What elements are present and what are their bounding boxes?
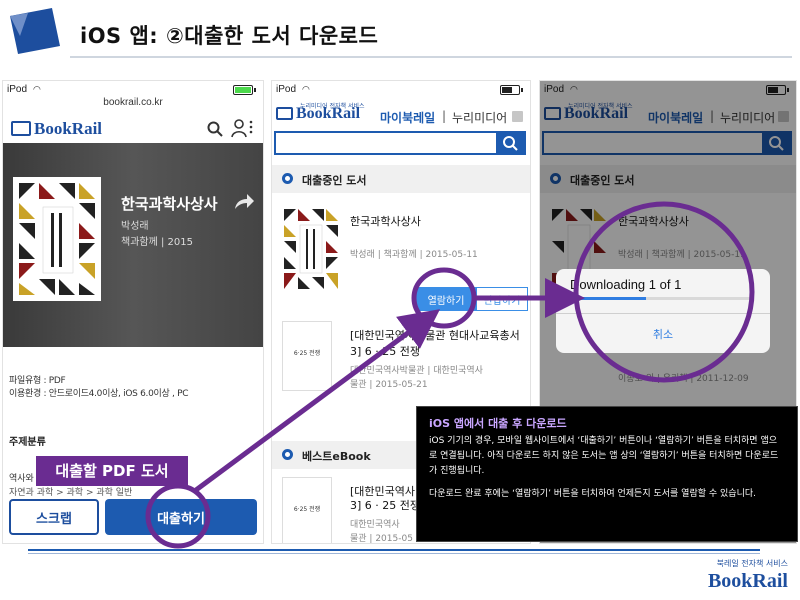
book-meta-line-2: 물관 | 2015-05 bbox=[350, 534, 413, 544]
return-book-button[interactable]: 반납하기 bbox=[476, 287, 528, 311]
book-cover-pattern-icon bbox=[280, 205, 342, 293]
cancel-download-button[interactable]: 취소 bbox=[556, 321, 770, 347]
brand-rail: Rail bbox=[71, 119, 103, 138]
hero-book-publisher: 책과함께 | 2015 bbox=[121, 237, 193, 248]
slide-title: iOS 앱: ②대출한 도서 다운로드 bbox=[80, 24, 379, 48]
category-path[interactable]: 자연과 과학 > 과학 > 과학 일반 bbox=[9, 485, 132, 498]
file-type: 파일유형 : PDF bbox=[9, 376, 66, 386]
search-input[interactable] bbox=[274, 131, 498, 155]
user-menu-icon[interactable] bbox=[231, 118, 255, 138]
section-best-heading: 베스트eBook bbox=[302, 450, 371, 463]
footer-logo: 북레일 전자책 서비스 BookRail bbox=[708, 558, 788, 593]
environment-info: 이용환경 : 안드로이드4.0이상, iOS 6.0이상 , PC bbox=[9, 389, 189, 399]
book-title-line-2[interactable]: 3] 6 · 25 전쟁 bbox=[350, 497, 420, 513]
url-bar[interactable]: bookrail.co.kr bbox=[3, 97, 263, 108]
book-cover[interactable] bbox=[280, 205, 342, 293]
status-bar: iPod ◠ bbox=[272, 81, 530, 99]
category-label: 역사와 bbox=[9, 474, 34, 484]
search-button[interactable] bbox=[496, 131, 526, 155]
nav-nurimedia[interactable]: 누리미디어 bbox=[452, 109, 507, 126]
book-meta-line-2: 물관 | 2015-05-21 bbox=[350, 380, 428, 390]
carrier-label: iPod bbox=[276, 84, 297, 95]
search-icon bbox=[503, 136, 518, 151]
footer-brand-name: BookRail bbox=[707, 570, 788, 592]
section-bullet-icon bbox=[282, 173, 293, 184]
section-bullet-icon bbox=[282, 449, 293, 460]
callout-title: iOS 앱에서 대출 후 다운로드 bbox=[429, 417, 567, 430]
book-logo-icon bbox=[11, 121, 31, 136]
share-icon[interactable] bbox=[233, 193, 255, 211]
book-thumbnail[interactable]: 6·25 전쟁 bbox=[282, 321, 332, 391]
book-title[interactable]: 한국과학사상사 bbox=[350, 213, 421, 229]
book-title-line-2[interactable]: 3] 6 · 25 전쟁 bbox=[350, 343, 420, 359]
book-title-line-1[interactable]: [대한민국역사박물관 현대사교육총서 bbox=[350, 327, 520, 343]
pdf-book-annotation: 대출할 PDF 도서 bbox=[36, 456, 188, 486]
book-cover[interactable] bbox=[13, 177, 101, 301]
brand-rail: Rail bbox=[331, 105, 361, 122]
download-progress-bar bbox=[570, 297, 750, 300]
search-icon[interactable] bbox=[207, 121, 223, 137]
book-cover-pattern-icon bbox=[13, 177, 101, 301]
dialog-divider bbox=[556, 313, 770, 314]
nav-my-bookrail[interactable]: 마이북레일 bbox=[380, 109, 435, 126]
book-logo-icon bbox=[276, 107, 293, 120]
brand-book: Book bbox=[34, 119, 72, 138]
callout-body-2: 다운로드 완료 후에는 ‘열람하기’ 버튼을 터치하여 언제든지 도서를 열람할… bbox=[429, 489, 756, 499]
scrap-button[interactable]: 스크랩 bbox=[9, 499, 99, 535]
hero-book-author: 박성래 bbox=[121, 221, 149, 232]
book-meta-line-1: 대한민국역사 bbox=[350, 520, 400, 530]
wifi-icon: ◠ bbox=[302, 84, 310, 94]
footer-divider-thin bbox=[28, 553, 760, 554]
battery-icon bbox=[500, 85, 523, 95]
footer-subtitle: 북레일 전자책 서비스 bbox=[716, 559, 788, 568]
open-book-button[interactable]: 열람하기 bbox=[416, 287, 476, 311]
bookrail-logo[interactable]: BookRail bbox=[11, 119, 102, 139]
nav-separator: | bbox=[442, 109, 447, 123]
book-meta-line-1: 대한민국역사박물관 | 대한민국역사 bbox=[350, 366, 483, 376]
hero-book-title: 한국과학사상사 bbox=[121, 195, 218, 213]
download-progress-fill bbox=[570, 297, 646, 300]
callout-body-1: iOS 기기의 경우, 모바일 웹사이트에서 ‘대출하기’ 버튼이나 ‘열람하기… bbox=[429, 436, 779, 476]
exit-icon[interactable] bbox=[512, 111, 523, 122]
explanation-callout: iOS 앱에서 대출 후 다운로드 iOS 기기의 경우, 모바일 웹사이트에서… bbox=[416, 406, 798, 542]
title-divider bbox=[70, 56, 792, 58]
thumbnail-label: 6·25 전쟁 bbox=[293, 506, 321, 513]
footer-divider bbox=[28, 549, 760, 551]
brand-book: Book bbox=[296, 105, 332, 122]
borrow-button[interactable]: 대출하기 bbox=[105, 499, 257, 535]
thumbnail-label: 6·25 전쟁 bbox=[293, 350, 321, 357]
bookrail-logo[interactable]: BookRail bbox=[276, 105, 360, 123]
section-borrowed-heading: 대출중인 도서 bbox=[302, 174, 367, 187]
wifi-icon: ◠ bbox=[33, 84, 41, 94]
book-meta: 박성래 | 책과함께 | 2015-05-11 bbox=[350, 250, 478, 260]
book-thumbnail[interactable]: 6·25 전쟁 bbox=[282, 477, 332, 543]
download-status-text: Downloading 1 of 1 bbox=[570, 277, 682, 292]
carrier-label: iPod bbox=[7, 84, 28, 95]
subject-section-heading: 주제분류 bbox=[9, 437, 46, 448]
battery-icon bbox=[233, 85, 256, 95]
slide-logo-icon bbox=[10, 8, 60, 54]
